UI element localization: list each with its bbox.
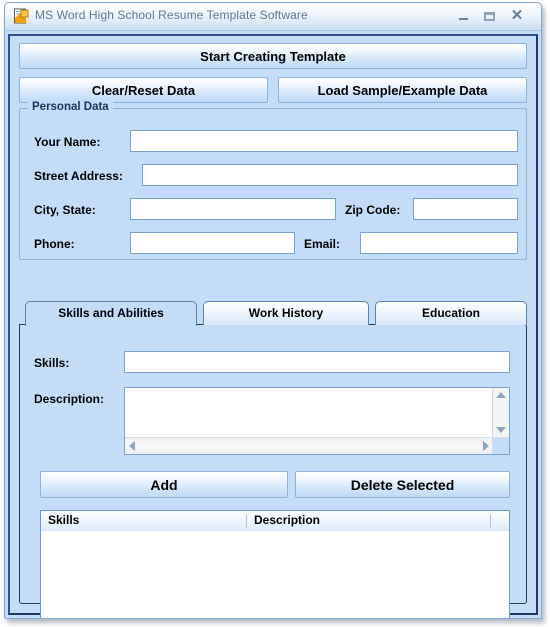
skills-label: Skills: xyxy=(34,356,70,370)
title-bar[interactable]: MS Word High School Resume Template Soft… xyxy=(5,3,541,31)
client-area: Start Creating Template Clear/Reset Data… xyxy=(8,34,538,618)
your-name-label: Your Name: xyxy=(34,135,101,149)
email-label: Email: xyxy=(304,237,341,251)
tab-education[interactable]: Education xyxy=(375,301,527,325)
phone-label: Phone: xyxy=(34,237,75,251)
table-body[interactable] xyxy=(41,531,509,618)
skills-input[interactable] xyxy=(124,351,510,373)
email-input[interactable] xyxy=(360,232,518,254)
close-icon[interactable]: ✕ xyxy=(507,7,527,25)
description-textarea[interactable] xyxy=(125,388,493,437)
tab-skills-and-abilities[interactable]: Skills and Abilities xyxy=(25,301,197,326)
your-name-input[interactable] xyxy=(130,130,518,152)
scroll-left-arrow-icon[interactable] xyxy=(129,441,135,451)
personal-data-group: Personal Data Your Name: Street Address:… xyxy=(19,101,527,260)
zip-code-label: Zip Code: xyxy=(345,203,401,217)
table-header-description[interactable]: Description xyxy=(247,511,490,531)
personal-data-legend: Personal Data xyxy=(28,101,113,113)
scroll-right-arrow-icon[interactable] xyxy=(483,441,489,451)
content-panel: Start Creating Template Clear/Reset Data… xyxy=(10,36,536,618)
clear-reset-data-button[interactable]: Clear/Reset Data xyxy=(19,77,268,103)
load-sample-data-button[interactable]: Load Sample/Example Data xyxy=(278,77,527,103)
delete-selected-button[interactable]: Delete Selected xyxy=(295,471,510,498)
start-creating-template-button[interactable]: Start Creating Template xyxy=(19,43,527,69)
street-address-input[interactable] xyxy=(142,164,518,186)
zip-code-input[interactable] xyxy=(413,198,518,220)
application-window: MS Word High School Resume Template Soft… xyxy=(4,2,542,619)
tab-control: Skills and Abilities Work History Educat… xyxy=(19,301,527,618)
scroll-down-arrow-icon[interactable] xyxy=(496,427,506,433)
scroll-up-arrow-icon[interactable] xyxy=(496,392,506,398)
tab-work-history[interactable]: Work History xyxy=(203,301,369,325)
document-app-icon xyxy=(13,8,30,25)
minimize-icon[interactable] xyxy=(453,7,473,25)
table-header-row: Skills Description xyxy=(41,511,509,532)
description-label: Description: xyxy=(34,392,105,406)
street-address-label: Street Address: xyxy=(34,169,123,183)
phone-input[interactable] xyxy=(130,232,295,254)
description-horizontal-scrollbar[interactable] xyxy=(125,437,493,454)
skills-table: Skills Description xyxy=(40,510,510,618)
table-header-skills[interactable]: Skills xyxy=(41,511,246,531)
add-button[interactable]: Add xyxy=(40,471,288,498)
table-header-extra[interactable] xyxy=(491,511,509,531)
city-state-input[interactable] xyxy=(130,198,336,220)
description-vertical-scrollbar[interactable] xyxy=(492,388,509,437)
description-field-wrapper xyxy=(124,387,510,455)
maximize-icon[interactable] xyxy=(479,7,499,25)
scrollbar-corner xyxy=(492,437,509,454)
tab-panel-skills: Skills: Description: Add Delete Selected… xyxy=(19,324,527,618)
window-title: MS Word High School Resume Template Soft… xyxy=(35,8,308,22)
city-state-label: City, State: xyxy=(34,203,96,217)
